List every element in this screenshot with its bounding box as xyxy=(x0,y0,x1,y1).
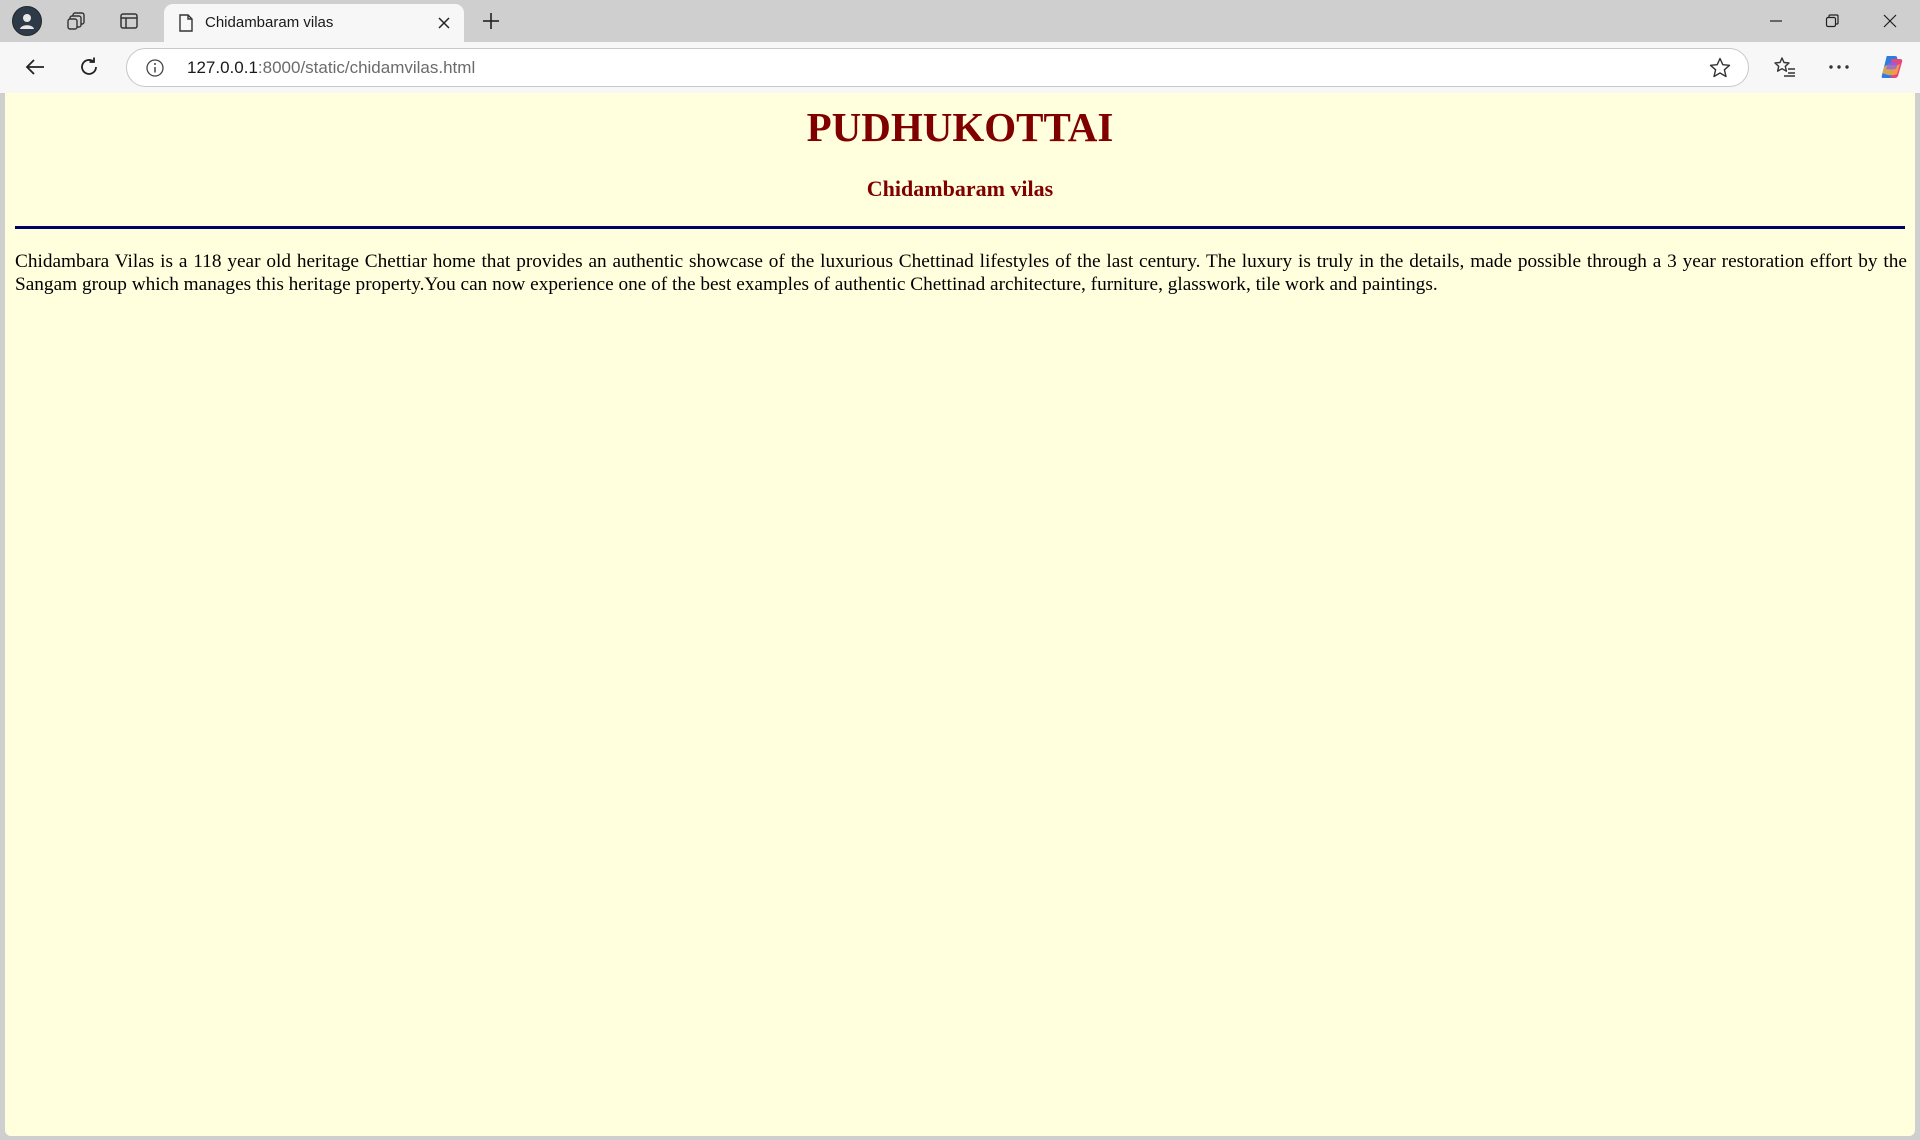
back-arrow-icon xyxy=(25,59,44,75)
url-host: 127.0.0.1 xyxy=(187,58,258,77)
collections-button[interactable] xyxy=(54,4,100,38)
url-path: :8000/static/chidamvilas.html xyxy=(257,58,476,77)
back-button[interactable] xyxy=(16,50,54,84)
minimize-icon xyxy=(1770,20,1782,22)
favorites-list-icon xyxy=(1774,57,1795,77)
info-icon[interactable] xyxy=(145,58,165,78)
restore-button[interactable] xyxy=(1804,0,1860,42)
plus-icon xyxy=(483,13,499,29)
collections-icon xyxy=(67,12,85,30)
refresh-icon xyxy=(81,57,97,75)
close-icon xyxy=(1883,14,1897,28)
tab-title: Chidambaram vilas xyxy=(205,14,334,31)
vertical-tabs-button[interactable] xyxy=(106,4,152,38)
more-button[interactable] xyxy=(1820,50,1858,84)
page-heading: PUDHUKOTTAI xyxy=(806,104,1114,150)
profile-button[interactable] xyxy=(4,4,50,38)
tab-active[interactable]: Chidambaram vilas xyxy=(164,4,464,42)
close-tab-button[interactable] xyxy=(432,11,456,35)
minimize-button[interactable] xyxy=(1748,0,1804,42)
tab-strip: Chidambaram vilas xyxy=(0,0,1920,42)
new-tab-button[interactable] xyxy=(474,6,508,36)
horizontal-rule xyxy=(15,226,1905,229)
profile-avatar-icon xyxy=(12,6,42,36)
page-icon xyxy=(179,14,193,32)
restore-icon xyxy=(1825,14,1839,28)
browser-toolbar: 127.0.0.1:8000/static/chidamvilas.html xyxy=(0,42,1920,93)
vertical-tabs-icon xyxy=(120,13,138,29)
copilot-button[interactable] xyxy=(1873,50,1911,84)
copilot-icon xyxy=(1881,56,1903,78)
page-subheading: Chidambaram vilas xyxy=(866,176,1054,201)
page-paragraph: Chidambara Vilas is a 118 year old herit… xyxy=(15,251,1907,295)
favorites-button[interactable] xyxy=(1766,50,1804,84)
page-viewport: PUDHUKOTTAI Chidambaram vilas Chidambara… xyxy=(5,93,1915,1136)
url-text[interactable]: 127.0.0.1:8000/static/chidamvilas.html xyxy=(187,58,475,78)
refresh-button[interactable] xyxy=(70,50,108,84)
star-icon[interactable] xyxy=(1708,56,1732,80)
close-window-button[interactable] xyxy=(1862,0,1918,42)
more-icon xyxy=(1829,65,1849,69)
address-bar[interactable]: 127.0.0.1:8000/static/chidamvilas.html xyxy=(126,48,1749,87)
close-icon xyxy=(438,17,450,29)
